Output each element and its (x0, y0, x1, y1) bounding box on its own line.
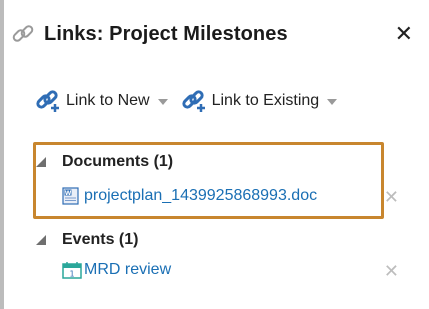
list-item: W projectplan_1439925868993.doc ✕ (36, 182, 409, 210)
events-section: Events (1) 1 MRD review ✕ (36, 228, 409, 284)
documents-section: Documents (1) W projectplan_143992586899… (36, 150, 409, 210)
link-add-icon (36, 90, 59, 112)
list-item: 1 MRD review ✕ (36, 256, 409, 284)
delete-icon[interactable]: ✕ (384, 188, 399, 206)
document-name: projectplan_1439925868993.doc (84, 187, 318, 204)
links-panel: Links: Project Milestones ✕ Link to New (0, 0, 429, 309)
delete-icon[interactable]: ✕ (384, 262, 399, 280)
word-doc-icon: W (62, 187, 79, 205)
link-to-new-button[interactable]: Link to New (36, 89, 168, 113)
panel-title: Links: Project Milestones (44, 22, 288, 45)
link-toolbar: Link to New Link to Existing (36, 86, 338, 116)
chevron-down-icon[interactable] (157, 99, 168, 105)
close-icon[interactable]: ✕ (395, 20, 413, 48)
documents-header[interactable]: Documents (1) (36, 150, 409, 174)
expand-triangle-icon[interactable] (36, 235, 46, 245)
link-to-new-label: Link to New (66, 92, 150, 109)
panel-header: Links: Project Milestones ✕ (10, 14, 419, 54)
document-link[interactable]: W projectplan_1439925868993.doc (62, 187, 317, 205)
link-to-existing-label: Link to Existing (211, 92, 320, 109)
event-name: MRD review (84, 261, 172, 278)
chain-link-icon (12, 25, 34, 42)
svg-text:W: W (65, 190, 72, 197)
events-header[interactable]: Events (1) (36, 228, 409, 252)
panel-left-border (0, 0, 4, 309)
event-link[interactable]: 1 MRD review (62, 261, 171, 279)
events-heading: Events (1) (62, 231, 139, 248)
link-to-existing-button[interactable]: Link to Existing (181, 89, 338, 113)
calendar-icon: 1 (62, 262, 82, 279)
link-add-icon (181, 90, 205, 112)
calendar-day: 1 (69, 270, 74, 279)
chevron-down-icon[interactable] (327, 99, 338, 105)
documents-heading: Documents (1) (62, 153, 174, 170)
expand-triangle-icon[interactable] (36, 157, 46, 167)
